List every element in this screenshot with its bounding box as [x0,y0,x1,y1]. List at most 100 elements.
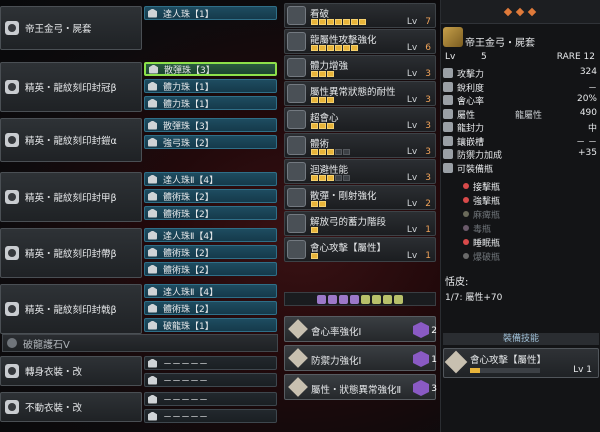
equipment-row[interactable]: 精英・龍紋刻印封冠β [0,62,142,112]
decoration-slot[interactable]: 強弓珠【2】 [144,135,277,149]
skill-level-value: 3 [425,95,431,105]
decoration-chip [328,294,337,304]
legs-icon [5,302,19,316]
decoration-slot[interactable]: 達人珠Ⅱ【4】 [144,284,277,298]
skill-level: Lv 7 [407,17,431,27]
decoration-slot[interactable]: 破龍珠【1】 [144,318,277,332]
decoration-slot[interactable]: －－－－－ [144,356,277,370]
skill-level-value: 3 [425,69,431,79]
stat-icon [443,135,453,146]
gem-icon [148,174,157,184]
skill-row[interactable]: 屬性異常狀態的耐性 Lv 3 [284,81,436,106]
coating-row: 爆破瓶 [463,250,599,263]
skill-level-value: 1 [425,251,431,261]
decoration-name: 體術珠【2】 [163,304,214,315]
skill-icon [287,162,306,181]
skill-row[interactable]: 龍屬性攻擊強化 Lv 6 [284,29,436,54]
skill-icon [287,110,306,129]
skill-row[interactable]: 體術 Lv 3 [284,133,436,158]
skill-name: 龍屬性攻擊強化 [310,35,377,46]
decoration-slot[interactable]: －－－－－ [144,409,277,423]
decoration-slot[interactable]: 體術珠【2】 [144,206,277,220]
equipment-row[interactable]: 轉身衣裝・改 [0,356,142,386]
charm-row[interactable]: 破龍護石Ⅴ [2,334,278,352]
skill-level: Lv 2 [407,199,431,209]
set-skill-count: 1 [431,355,437,365]
set-skill-count: 2 [431,326,437,336]
skill-icon [287,240,306,259]
equipment-row[interactable]: 精英・龍紋刻印封甲β [0,172,142,222]
gem-icon [148,230,157,240]
charm-name: 破龍護石Ⅴ [23,339,70,351]
decoration-name: 體術珠【2】 [163,265,214,276]
coating-row: 接擊瓶 [463,180,599,193]
decoration-slot[interactable]: 達人珠Ⅱ【4】 [144,228,277,242]
decoration-slot[interactable]: －－－－－ [144,373,277,387]
stat-label: 鑲嵌槽 [457,137,485,148]
skill-row[interactable]: 看破 Lv 7 [284,3,436,28]
decoration-name: 達人珠Ⅱ【4】 [163,287,219,298]
decoration-slot[interactable]: 體力珠【1】 [144,79,277,93]
equipment-row[interactable]: 帝王金弓・屍套 [0,6,142,50]
skill-row[interactable]: 體力增強 Lv 3 [284,55,436,80]
skill-icon [287,32,306,51]
decoration-name: 破龍珠【1】 [163,321,214,332]
decoration-slot[interactable]: 散彈珠【3】 [144,118,277,132]
decoration-name: 體力珠【1】 [163,99,214,110]
decoration-slot[interactable]: 體術珠【2】 [144,262,277,276]
equipment-row[interactable]: 精英・龍紋刻印封戟β [0,284,142,334]
stat-value: － － [576,137,597,148]
coating-row: 麻痺瓶 [463,208,599,221]
decoration-slot[interactable]: 達人珠Ⅱ【4】 [144,172,277,186]
skill-row[interactable]: 解放弓的蓄力階段 Lv 1 [284,211,436,236]
skill-row[interactable]: 超會心 Lv 3 [284,107,436,132]
equipment-row[interactable]: 精英・龍紋刻印封帶β [0,228,142,278]
skill-icon [287,84,306,103]
skill-name: 體術 [310,139,330,150]
decoration-slot[interactable]: 體術珠【2】 [144,301,277,315]
stat-value: 490 [579,107,597,118]
level-pip [351,45,358,51]
decoration-chip [339,294,348,304]
decoration-chip [317,294,326,304]
level-pip [327,71,334,77]
arms-icon [5,190,19,204]
coating-name: 強擊瓶 [473,197,501,207]
skill-row[interactable]: 迴避性能 Lv 3 [284,159,436,184]
skill-row[interactable]: 散彈・剛射強化 Lv 2 [284,185,436,210]
gem-icon [148,320,157,330]
skill-name: 會心攻擊【屬性】 [310,243,387,254]
equipped-skill-card[interactable]: 會心攻擊【屬性】 Lv 1 [443,348,599,378]
level-pip [343,45,350,51]
coating-icon [463,239,469,245]
page-indicator [503,7,537,17]
set-skill-row[interactable]: 屬性・狀態異常強化Ⅱ 3 [284,374,437,400]
decoration-name: －－－－－ [163,412,209,423]
set-skill-row[interactable]: 防禦力強化Ⅰ 1 [284,345,437,371]
skill-level-label: Lv [406,147,418,157]
decoration-name: －－－－－ [163,395,209,406]
decoration-slot[interactable]: 達人珠【1】 [144,6,277,20]
skill-level: Lv 3 [407,173,431,183]
equipment-row[interactable]: 精英・龍紋刻印封鎧α [0,118,142,162]
decoration-slot[interactable]: －－－－－ [144,392,277,406]
level-pip [327,175,334,181]
decoration-slot[interactable]: 體力珠【1】 [144,96,277,110]
stat-label: 屬性 [457,110,476,121]
skill-row[interactable]: 會心攻擊【屬性】 Lv 1 [284,237,436,262]
decoration-slot[interactable]: 散彈珠【3】 [144,62,277,76]
gem-icon [148,358,157,368]
skill-level-value: 2 [425,199,431,209]
skill-level-pips [311,45,358,51]
equipment-name: 精英・龍紋刻印封冠β [25,83,117,94]
set-skill-row[interactable]: 會心率強化Ⅰ 2 [284,316,437,342]
mantle-icon [5,364,19,378]
stat-icon [443,122,453,132]
level-pip [319,201,326,207]
decoration-slot[interactable]: 體術珠【2】 [144,189,277,203]
equipment-row[interactable]: 不動衣裝・改 [0,392,142,422]
decoration-slot[interactable]: 體術珠【2】 [144,245,277,259]
waist-icon [5,246,19,260]
skill-level-label: Lv [406,43,418,53]
skill-level-value: 3 [425,173,431,183]
